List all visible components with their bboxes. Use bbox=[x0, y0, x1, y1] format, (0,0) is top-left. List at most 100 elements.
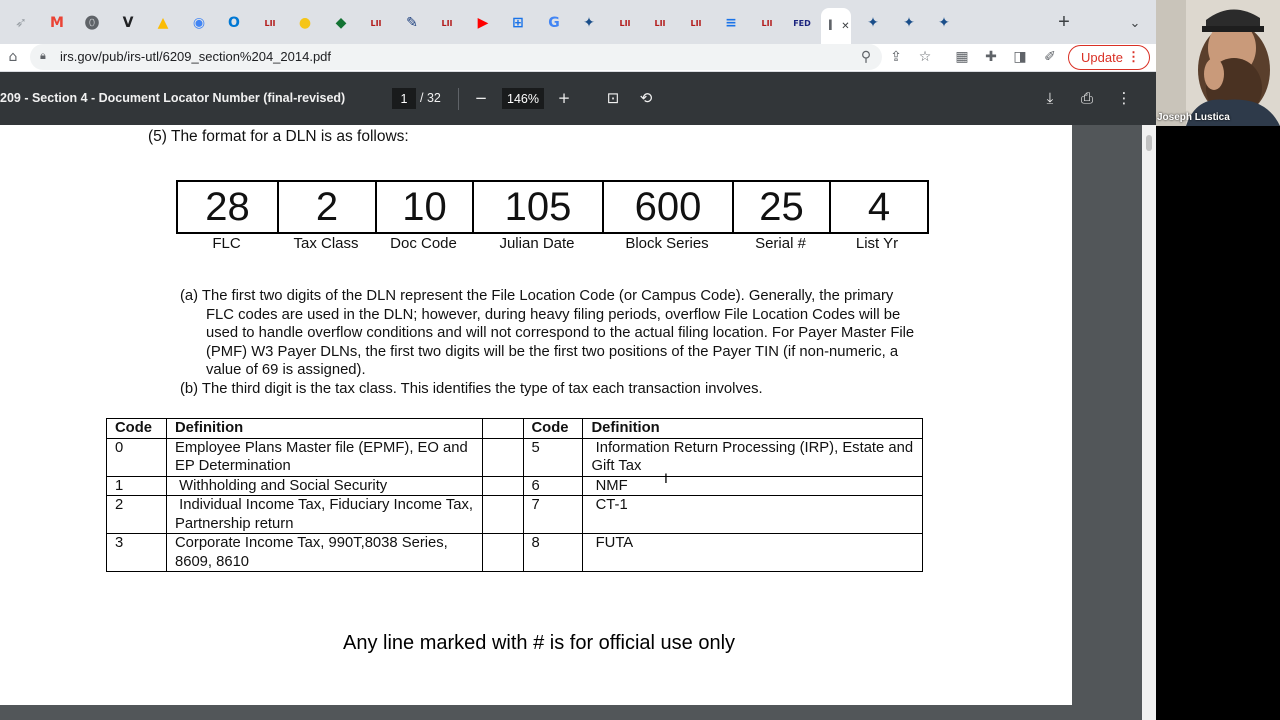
browser-tab[interactable]: LII bbox=[361, 8, 391, 38]
fit-to-page-icon[interactable]: ⊡ bbox=[602, 87, 624, 109]
definition-cell: Information Return Processing (IRP), Est… bbox=[582, 437, 923, 477]
browser-tab[interactable]: ✦ bbox=[574, 8, 604, 38]
browser-tab[interactable]: ◆ bbox=[326, 8, 356, 38]
dln-label: Julian Date bbox=[499, 235, 575, 252]
vertical-scrollbar[interactable] bbox=[1142, 125, 1156, 720]
text-cursor-icon: I bbox=[664, 470, 668, 486]
dln-label: Serial # bbox=[755, 235, 806, 252]
update-button-label: Update bbox=[1081, 50, 1123, 65]
dln-digit-doc-code: 10 bbox=[377, 182, 474, 232]
print-icon[interactable]: ⎙ bbox=[1076, 87, 1098, 109]
paragraph-b: (b) The third digit is the tax class. Th… bbox=[180, 381, 763, 397]
code-cell: 1 bbox=[106, 475, 167, 496]
browser-tab[interactable]: ✦ bbox=[894, 8, 924, 38]
browser-tab[interactable]: ✦ bbox=[858, 8, 888, 38]
browser-tab[interactable]: LII bbox=[255, 8, 285, 38]
paragraph-line: value of 69 is assigned). bbox=[206, 362, 366, 378]
zoom-level-input[interactable]: 146% bbox=[502, 88, 544, 109]
browser-tab[interactable]: ⊞ bbox=[503, 8, 533, 38]
side-panel-icon[interactable]: ◨ bbox=[1010, 47, 1030, 67]
address-bar[interactable]: 🔒︎ irs.gov/pub/irs-utl/6209_section%204_… bbox=[30, 44, 882, 70]
browser-tab[interactable]: FED bbox=[787, 8, 817, 38]
dln-format-box: 28 2 10 105 600 25 4 bbox=[176, 180, 929, 234]
code-cell: 6 bbox=[522, 475, 584, 496]
table-row: 0 Employee Plans Master file (EPMF), EO … bbox=[106, 437, 923, 477]
screen: + ⌄ ➶ M ⓿ V ▲ ◉ O LII ● ◆ LII ✎ LII ▶ ⊞ G ✦ LII LII LII ≡ LII… bbox=[0, 0, 1280, 720]
doc-icon: ≡ bbox=[725, 15, 737, 31]
zoom-out-icon[interactable]: − bbox=[470, 87, 492, 109]
browser-tab[interactable]: LII bbox=[432, 8, 462, 38]
coin-icon: ● bbox=[298, 15, 312, 31]
spacer-cell bbox=[481, 437, 524, 477]
bookmark-star-icon[interactable]: ☆ bbox=[915, 47, 935, 67]
code-cell: 5 bbox=[522, 437, 584, 477]
lii-icon: LII bbox=[761, 18, 773, 28]
browser-tab[interactable]: ● bbox=[290, 8, 320, 38]
dln-digit-julian-date: 105 bbox=[474, 182, 604, 232]
new-tab-plus-icon[interactable]: + bbox=[1053, 11, 1075, 33]
dln-labels: FLC Tax Class Doc Code Julian Date Block… bbox=[176, 235, 929, 252]
youtube-icon: ▶ bbox=[477, 15, 489, 31]
tab-search-chevron-icon[interactable]: ⌄ bbox=[1124, 12, 1146, 34]
dln-digit-list-yr: 4 bbox=[867, 184, 891, 229]
browser-tab[interactable]: ✎ bbox=[397, 8, 427, 38]
lock-icon: 🔒︎ bbox=[40, 50, 46, 62]
v-icon: V bbox=[122, 15, 134, 31]
webcam-participant-name: Joseph Lustica bbox=[1157, 112, 1230, 123]
browser-tab[interactable]: G bbox=[539, 8, 569, 38]
extension-icon[interactable]: ▦ bbox=[952, 47, 972, 67]
puzzle-extensions-icon[interactable]: ✚ bbox=[981, 47, 1001, 67]
eyedropper-icon[interactable]: ✐ bbox=[1040, 47, 1060, 67]
browser-tab[interactable]: LII bbox=[610, 8, 640, 38]
scrollbar-thumb[interactable] bbox=[1146, 135, 1152, 151]
spacer-cell bbox=[481, 418, 524, 439]
share-icon[interactable]: ⇪ bbox=[886, 47, 906, 67]
browser-tab[interactable]: LII bbox=[752, 8, 782, 38]
table-row: 1 Withholding and Social Security 6 NMF bbox=[106, 475, 923, 496]
paragraph-line: FLC codes are used in the DLN; however, … bbox=[206, 306, 901, 323]
column-header-definition: Definition bbox=[165, 418, 483, 439]
browser-tab[interactable]: M bbox=[42, 8, 72, 38]
download-icon[interactable]: ⤓ bbox=[1039, 87, 1061, 109]
browser-tab-active[interactable]: I ✕ bbox=[821, 8, 851, 44]
drive-icon: ▲ bbox=[157, 15, 169, 31]
browser-tab[interactable]: LII bbox=[645, 8, 675, 38]
tax-class-table: Code Definition Code Definition 0 Employ… bbox=[106, 418, 923, 572]
dln-label: Tax Class bbox=[293, 235, 359, 252]
browser-tab[interactable]: ▶ bbox=[468, 8, 498, 38]
pdf-title: 209 - Section 4 - Document Locator Numbe… bbox=[0, 91, 346, 105]
browser-tab[interactable]: ≡ bbox=[716, 8, 746, 38]
pdf-viewer[interactable]: (5) The format for a DLN is as follows: … bbox=[0, 125, 1156, 720]
update-button[interactable]: Update ⋮ bbox=[1068, 45, 1150, 70]
browser-tab[interactable]: ◉ bbox=[184, 8, 214, 38]
dln-digit-flc: 28 bbox=[178, 182, 279, 232]
close-tab-icon[interactable]: ✕ bbox=[841, 21, 849, 32]
rotate-icon[interactable]: ⟲ bbox=[635, 87, 657, 109]
definition-cell: Individual Income Tax, Fiduciary Income … bbox=[165, 495, 483, 534]
fed-icon: FED bbox=[793, 18, 811, 28]
browser-tab[interactable]: ▲ bbox=[148, 8, 178, 38]
zoom-magnifier-icon[interactable]: ⚲ bbox=[856, 47, 876, 67]
browser-tab[interactable]: O bbox=[219, 8, 249, 38]
url-text[interactable]: irs.gov/pub/irs-utl/6209_section%204_201… bbox=[60, 49, 331, 64]
browser-tab[interactable]: V bbox=[113, 8, 143, 38]
definition-cell: Withholding and Social Security bbox=[165, 475, 483, 496]
browser-tab[interactable]: LII bbox=[681, 8, 711, 38]
home-icon[interactable]: ⌂ bbox=[3, 47, 23, 67]
zoom-in-icon[interactable]: + bbox=[553, 87, 575, 109]
browser-tab[interactable]: ➶ bbox=[6, 8, 36, 38]
ring-icon: ⓿ bbox=[85, 16, 99, 32]
definition-cell: NMF bbox=[582, 475, 923, 496]
intro-text: (5) The format for a DLN is as follows: bbox=[148, 128, 409, 145]
gmail-icon: M bbox=[50, 15, 64, 31]
dln-label: Doc Code bbox=[390, 235, 457, 252]
paragraph-a: (a) The first two digits of the DLN repr… bbox=[180, 287, 914, 380]
browser-tab[interactable]: ✦ bbox=[929, 8, 959, 38]
page-number-input[interactable]: 1 bbox=[392, 88, 416, 109]
pdf-more-icon[interactable]: ⋮ bbox=[1113, 87, 1135, 109]
feather-icon: ➶ bbox=[15, 15, 27, 31]
spacer-cell bbox=[481, 495, 524, 534]
lii-icon: LII bbox=[654, 18, 666, 28]
irs-icon: ✦ bbox=[867, 15, 879, 31]
browser-tab[interactable]: ⓿ bbox=[77, 8, 107, 38]
